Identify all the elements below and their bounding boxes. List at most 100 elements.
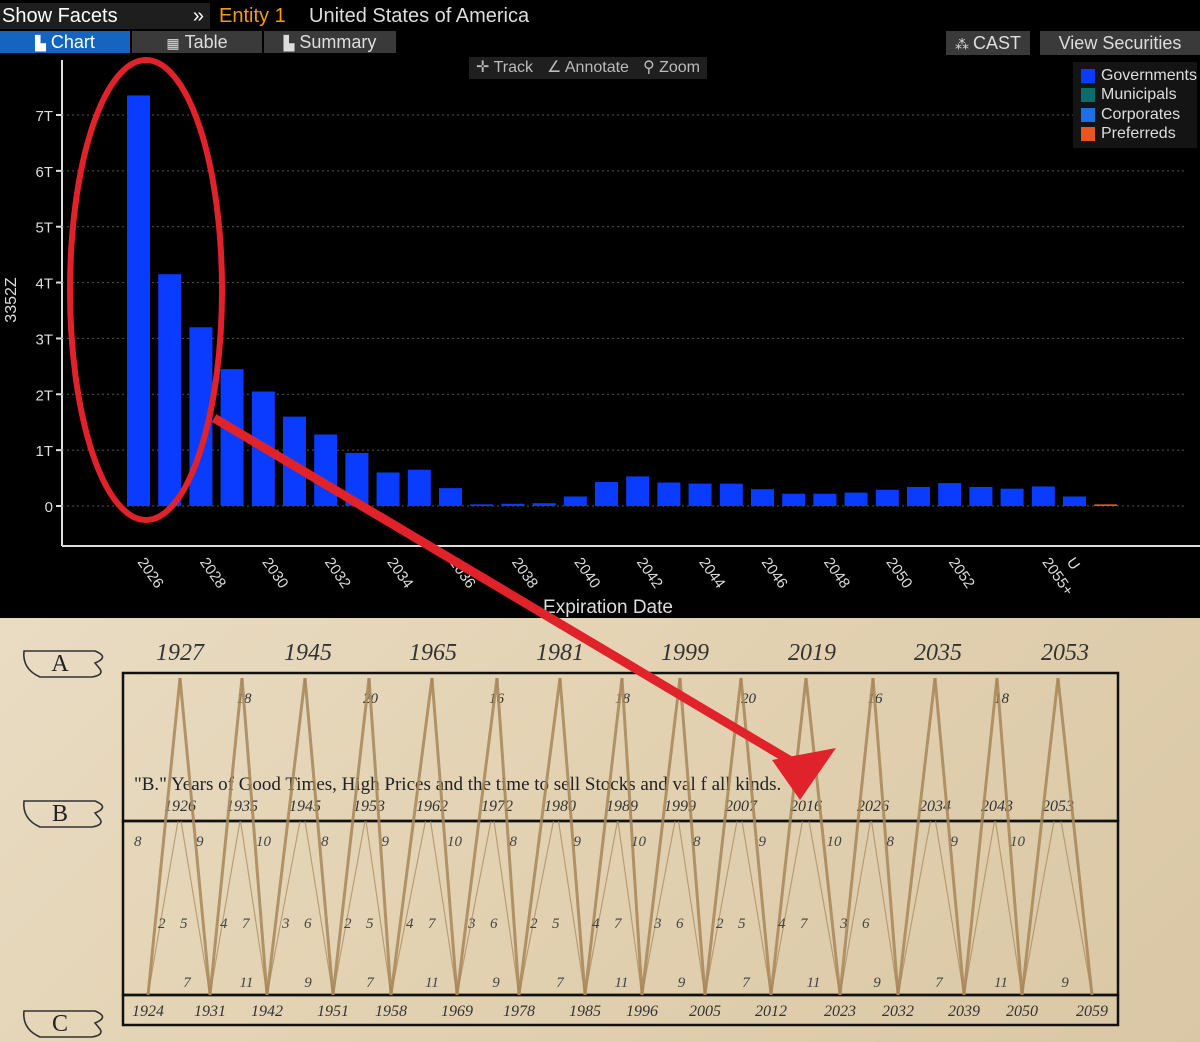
bar-governments	[283, 416, 306, 506]
b-interval-label: 9	[574, 834, 582, 850]
c-year-label: 2023	[824, 1003, 856, 1020]
legend-item[interactable]: Corporates	[1081, 105, 1197, 125]
x-tick-label: 2036	[446, 555, 479, 592]
c-year-label: 2012	[755, 1003, 787, 1020]
bar-governments	[969, 487, 993, 506]
x-axis-label: Expiration Date	[543, 597, 673, 618]
bloomberg-panel: Show Facets » Entity 1 United States of …	[0, 0, 1200, 618]
b-interval-label: 8	[693, 834, 701, 850]
legend-swatch	[1081, 127, 1095, 142]
b-year-label: 1972	[481, 798, 513, 815]
b-interval-label: 10	[827, 834, 843, 850]
cycle-line	[558, 677, 587, 996]
bar-governments	[626, 476, 650, 506]
bar-governments	[532, 503, 556, 506]
inner-number: 2	[716, 916, 724, 932]
bar-governments	[875, 489, 899, 506]
bar-governments	[376, 472, 400, 506]
cycle-line	[933, 677, 966, 996]
tab-summary-label: Summary	[299, 32, 377, 52]
cycle-line	[640, 677, 682, 996]
inner-number: 5	[180, 916, 188, 932]
b-year-label: 1953	[353, 798, 385, 815]
tab-table[interactable]: ▦ Table	[132, 31, 262, 53]
a-year-label: 1927	[156, 640, 205, 666]
inner-number: 2	[344, 916, 352, 932]
bottom-interval-label: 7	[935, 975, 944, 991]
b-interval-label: 8	[887, 834, 895, 850]
cycle-line	[1056, 677, 1094, 996]
inner-number: 6	[862, 916, 870, 932]
tab-chart[interactable]: ▙ Chart	[0, 31, 130, 53]
b-interval-label: 9	[382, 834, 390, 850]
bar-governments	[719, 483, 743, 506]
bar-governments	[595, 481, 618, 506]
x-tick-label: 2030	[259, 555, 292, 592]
band-label: B	[52, 801, 68, 827]
show-facets-button[interactable]: Show Facets »	[0, 3, 210, 29]
c-year-label: 1996	[626, 1003, 658, 1020]
bar-governments	[1063, 496, 1086, 506]
bar-governments	[1031, 486, 1055, 506]
a-year-label: 1999	[661, 640, 709, 666]
bottom-interval-label: 7	[556, 975, 565, 991]
bar-governments	[563, 496, 587, 506]
bottom-interval-label: 9	[1061, 975, 1069, 991]
y-axis-label: 3352Z	[3, 277, 20, 323]
bottom-interval-label: 11	[425, 975, 439, 991]
cycle-line	[703, 677, 743, 996]
bottom-interval-label: 11	[807, 975, 821, 991]
show-facets-label: Show Facets	[2, 5, 118, 27]
c-year-label: 1924	[132, 1003, 164, 1020]
thin-cycle-line	[390, 820, 427, 996]
a-year-label: 2035	[914, 640, 962, 666]
bar-preferreds	[1094, 504, 1118, 506]
bar-governments	[813, 493, 837, 506]
a-year-label: 1981	[536, 640, 584, 666]
legend-label: Municipals	[1101, 86, 1177, 104]
legend-item[interactable]: Preferreds	[1081, 125, 1197, 145]
b-interval-label: 10	[1010, 834, 1026, 850]
inner-number: 4	[220, 916, 228, 932]
bar-governments	[189, 327, 213, 506]
bar-governments	[751, 489, 774, 506]
bottom-interval-label: 11	[994, 975, 1008, 991]
bottom-interval-label: 11	[615, 975, 629, 991]
inner-number: 7	[428, 916, 437, 932]
b-interval-label: 8	[321, 834, 329, 850]
x-tick-label: 2052	[945, 555, 978, 592]
inner-number: 4	[778, 916, 786, 932]
c-year-label: 2005	[689, 1003, 721, 1020]
x-tick-label: 2046	[758, 555, 791, 592]
bar-governments	[688, 483, 712, 506]
entity-label[interactable]: Entity 1	[219, 3, 286, 29]
thin-cycle-line	[870, 820, 899, 996]
legend-item[interactable]: Governments	[1081, 66, 1197, 86]
bar-governments	[907, 487, 930, 506]
legend-item[interactable]: Municipals	[1081, 86, 1197, 106]
cycle-line	[389, 677, 434, 996]
b-year-label: 2053	[1042, 798, 1074, 815]
view-securities-button[interactable]: View Securities	[1040, 31, 1200, 55]
inner-number: 7	[800, 916, 809, 932]
band-label: A	[51, 651, 69, 677]
b-interval-label: 9	[196, 834, 204, 850]
thin-cycle-line	[518, 820, 555, 996]
y-tick-label: 1T	[35, 443, 53, 460]
legend-label: Governments	[1100, 66, 1197, 84]
legend-label: Preferreds	[1101, 125, 1176, 143]
inner-number: 4	[592, 916, 600, 932]
chevron-right-icon: »	[192, 5, 204, 27]
c-year-label: 2039	[948, 1003, 980, 1020]
table-icon: ▦	[166, 35, 180, 51]
tab-summary[interactable]: ▙ Summary	[264, 31, 396, 53]
legend-swatch	[1081, 68, 1095, 83]
x-tick-label: 2048	[820, 555, 853, 592]
y-tick-label: 3T	[35, 331, 53, 348]
bottom-interval-label: 9	[492, 975, 500, 991]
cast-button[interactable]: ⁂ CAST	[946, 31, 1030, 55]
inner-number: 3	[653, 916, 662, 932]
bar-governments	[158, 274, 182, 506]
a-year-label: 1945	[284, 640, 332, 666]
cycle-diagram: ABC1927194519651981199920192035205318201…	[23, 640, 1120, 1038]
